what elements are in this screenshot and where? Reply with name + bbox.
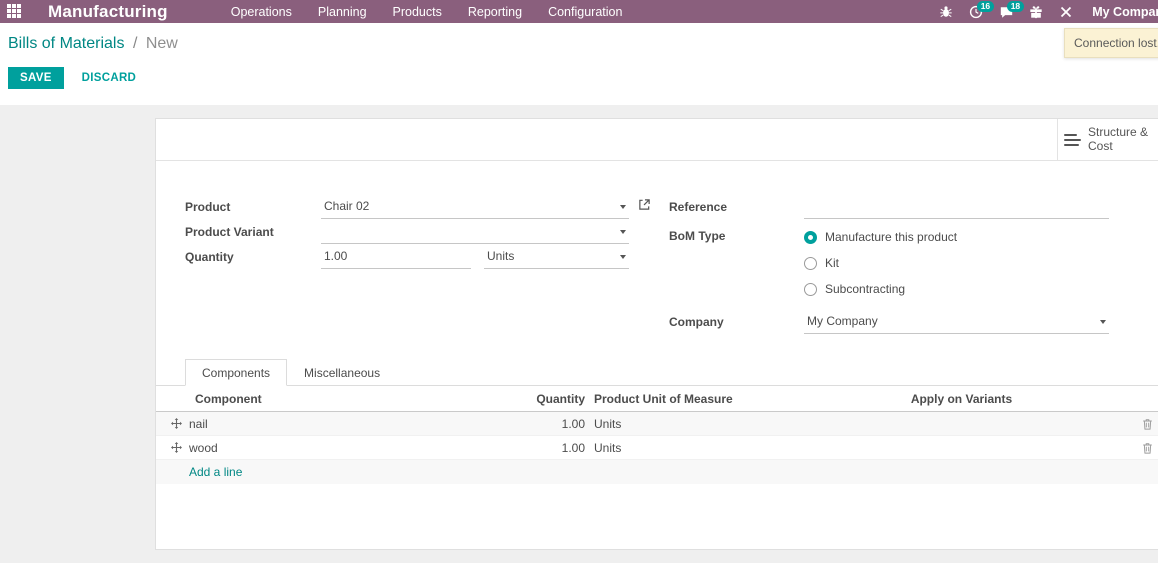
sheet-header: Structure & Cost — [156, 119, 1158, 161]
systray: 16 18 My Company — [936, 0, 1158, 23]
quantity-input[interactable]: 1.00 — [321, 244, 471, 269]
breadcrumb-separator: / — [132, 35, 138, 52]
company-select[interactable]: My Company — [804, 309, 1109, 334]
bom-type-radio-group: Manufacture this product Kit Subcontract… — [804, 224, 1109, 302]
tab-miscellaneous[interactable]: Miscellaneous — [287, 359, 397, 386]
product-external-link-icon[interactable] — [638, 198, 651, 214]
radio-manufacture-circle[interactable] — [804, 230, 817, 244]
delete-row-trash-icon[interactable] — [1129, 442, 1158, 454]
reference-field-row: Reference — [669, 194, 1109, 219]
breadcrumb-parent-link[interactable]: Bills of Materials — [8, 35, 124, 52]
delete-row-trash-icon[interactable] — [1129, 418, 1158, 430]
activity-count-badge: 16 — [977, 0, 994, 12]
header-quantity[interactable]: Quantity — [525, 392, 585, 406]
apps-grid-icon[interactable] — [7, 4, 24, 19]
company-value: My Company — [807, 314, 878, 328]
quantity-label: Quantity — [185, 249, 234, 264]
menu-operations[interactable]: Operations — [218, 5, 305, 19]
cell-quantity[interactable]: 1.00 — [525, 417, 585, 431]
radio-kit-circle[interactable] — [804, 256, 817, 270]
product-dropdown-caret[interactable] — [620, 205, 626, 209]
add-a-line-link[interactable]: Add a line — [189, 465, 242, 479]
cell-uom[interactable]: Units — [594, 417, 794, 431]
main-menu: Operations Planning Products Reporting C… — [218, 5, 636, 19]
save-button[interactable]: SAVE — [8, 67, 64, 89]
uom-dropdown-caret[interactable] — [620, 255, 626, 259]
notebook-tabs: Components Miscellaneous — [185, 359, 397, 386]
bom-type-label: BoM Type — [669, 229, 726, 243]
product-label: Product — [185, 199, 231, 214]
uom-select[interactable]: Units — [484, 244, 629, 269]
radio-subcontracting[interactable]: Subcontracting — [804, 276, 1109, 302]
product-variant-input[interactable] — [321, 219, 629, 244]
radio-subcontracting-circle[interactable] — [804, 282, 817, 296]
screen: Manufacturing Operations Planning Produc… — [0, 0, 1158, 563]
company-dropdown-caret[interactable] — [1100, 320, 1106, 324]
menu-configuration[interactable]: Configuration — [535, 5, 635, 19]
user-menu[interactable]: My Company — [1092, 5, 1158, 19]
breadcrumb-current: New — [145, 35, 178, 52]
form-sheet: Structure & Cost Product Chair 02 Produc… — [155, 118, 1158, 550]
radio-manufacture[interactable]: Manufacture this product — [804, 224, 1109, 250]
top-navbar: Manufacturing Operations Planning Produc… — [0, 0, 1158, 23]
table-header-row: Component Quantity Product Unit of Measu… — [156, 386, 1158, 412]
form-left-column: Product Chair 02 Product Variant Quantit… — [185, 194, 650, 269]
product-variant-field-row: Product Variant — [185, 219, 629, 244]
cell-component[interactable]: wood — [189, 441, 525, 455]
connection-lost-toast: Connection lost. — [1064, 28, 1158, 58]
close-x-icon[interactable] — [1056, 3, 1076, 21]
structure-cost-button[interactable]: Structure & Cost — [1057, 119, 1158, 161]
table-row[interactable]: nail 1.00 Units — [156, 412, 1158, 436]
gift-icon[interactable] — [1026, 3, 1046, 21]
bom-type-field-row: BoM Type Manufacture this product Kit Su… — [669, 224, 1109, 302]
activities-clock-icon[interactable]: 16 — [966, 0, 994, 21]
header-uom[interactable]: Product Unit of Measure — [594, 392, 794, 406]
breadcrumb: Bills of Materials / New — [8, 35, 1158, 53]
menu-planning[interactable]: Planning — [305, 5, 380, 19]
add-line-row: Add a line — [156, 460, 1158, 484]
cell-component[interactable]: nail — [189, 417, 525, 431]
drag-handle-icon[interactable] — [171, 418, 189, 429]
form-right-column: Reference BoM Type Manufacture this prod… — [669, 194, 1109, 334]
control-panel-buttons: SAVE DISCARD — [8, 67, 1158, 89]
reference-label: Reference — [669, 199, 728, 214]
company-label: Company — [669, 314, 724, 329]
company-field-row: Company My Company — [669, 309, 1109, 334]
header-apply-on-variants[interactable]: Apply on Variants — [794, 392, 1129, 406]
structure-cost-label: Structure & Cost — [1088, 125, 1149, 153]
product-value: Chair 02 — [324, 199, 370, 213]
message-count-badge: 18 — [1007, 0, 1024, 12]
messages-chat-icon[interactable]: 18 — [996, 0, 1024, 21]
quantity-field-row: Quantity 1.00 Units — [185, 244, 629, 269]
discard-button[interactable]: DISCARD — [82, 72, 137, 84]
cell-uom[interactable]: Units — [594, 441, 794, 455]
menu-products[interactable]: Products — [380, 5, 455, 19]
menu-reporting[interactable]: Reporting — [455, 5, 535, 19]
drag-handle-icon[interactable] — [171, 442, 189, 453]
table-row[interactable]: wood 1.00 Units — [156, 436, 1158, 460]
radio-subcontracting-label: Subcontracting — [825, 282, 906, 296]
uom-value: Units — [487, 249, 515, 263]
quantity-value: 1.00 — [324, 249, 348, 263]
product-variant-dropdown-caret[interactable] — [620, 230, 626, 234]
debug-bug-icon[interactable] — [936, 3, 956, 21]
radio-kit-label: Kit — [825, 256, 840, 270]
components-table: Component Quantity Product Unit of Measu… — [156, 385, 1158, 484]
product-field-row: Product Chair 02 — [185, 194, 650, 219]
app-name[interactable]: Manufacturing — [48, 2, 168, 22]
cell-quantity[interactable]: 1.00 — [525, 441, 585, 455]
product-input[interactable]: Chair 02 — [321, 194, 650, 219]
product-variant-label: Product Variant — [185, 224, 274, 239]
header-component[interactable]: Component — [189, 392, 525, 406]
radio-kit[interactable]: Kit — [804, 250, 1109, 276]
control-panel: Bills of Materials / New SAVE DISCARD — [0, 23, 1158, 105]
reference-input[interactable] — [804, 194, 1109, 219]
tab-components[interactable]: Components — [185, 359, 288, 386]
structure-bars-icon — [1064, 133, 1081, 147]
radio-manufacture-label: Manufacture this product — [825, 230, 958, 244]
